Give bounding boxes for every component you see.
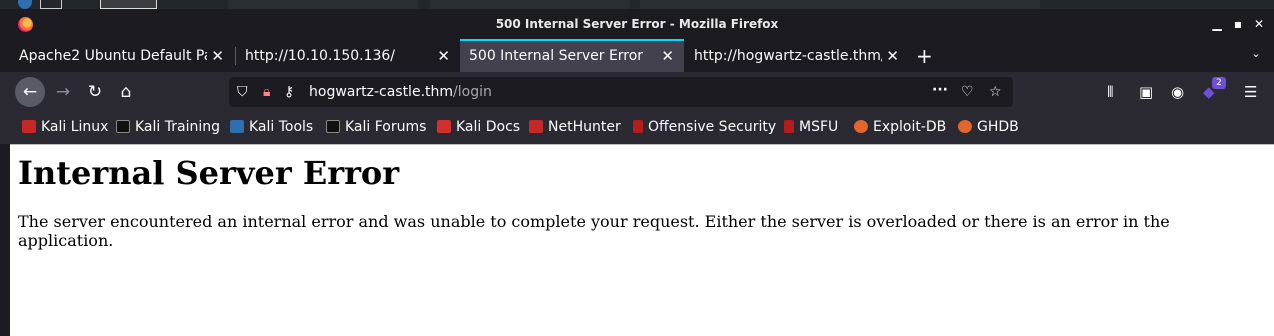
reload-icon[interactable]: ↻: [80, 77, 110, 107]
bookmark-label: Kali Docs: [456, 119, 521, 135]
close-tab-icon[interactable]: ✕: [661, 41, 674, 72]
exploitdb-icon: [958, 120, 972, 133]
navigation-toolbar: ← → ↻ ⌂ ⛉ 🔒︎ ⚷ hogwartz-castle.thm/login…: [0, 72, 1274, 112]
bookmark-nethunter[interactable]: NetHunter: [529, 119, 621, 135]
url-text[interactable]: hogwartz-castle.thm/login: [309, 84, 492, 100]
kali-icon: [529, 120, 543, 133]
error-message: The server encountered an internal error…: [18, 212, 1170, 250]
tab-label: 500 Internal Server Error: [469, 48, 644, 64]
desktop-panel: [0, 0, 1274, 9]
page-heading: Internal Server Error: [18, 154, 400, 192]
bookmark-label: Offensive Security: [648, 119, 777, 135]
exploitdb-icon: [854, 120, 868, 133]
bookmark-exploit-db[interactable]: Exploit-DB: [854, 119, 946, 135]
tab-strip: Apache2 Ubuntu Default Pag ✕ http://10.1…: [0, 39, 1274, 72]
url-host: hogwartz-castle.thm: [309, 84, 454, 100]
bookmark-label: Kali Linux: [41, 119, 109, 135]
bookmark-label: Kali Tools: [249, 119, 314, 135]
sidebar-icon[interactable]: ▣: [1139, 83, 1153, 101]
bookmark-kali-tools[interactable]: Kali Tools: [230, 119, 313, 135]
bookmark-offensive-security[interactable]: Offensive Security: [633, 119, 776, 135]
bookmark-label: MSFU: [799, 119, 839, 135]
offsec-icon: [784, 120, 794, 133]
window-left-edge: [0, 144, 10, 336]
bookmark-kali-training[interactable]: Kali Training: [116, 119, 220, 135]
url-bar[interactable]: ⛉ 🔒︎ ⚷ hogwartz-castle.thm/login ··· ♡ ☆: [229, 77, 1013, 107]
tab-label: http://hogwartz-castle.thm/: [694, 48, 882, 64]
tab-label: http://10.10.150.136/: [245, 48, 396, 64]
bookmark-label: Kali Forums: [345, 119, 427, 135]
list-all-tabs-icon[interactable]: ⌄: [1249, 47, 1263, 61]
offsec-icon: [633, 120, 643, 133]
panel-window-button[interactable]: [430, 0, 630, 9]
kali-docs-icon: [437, 120, 451, 133]
panel-window-button[interactable]: [640, 0, 1040, 9]
extension-badge: 2: [1212, 77, 1226, 89]
kali-dragon-icon: [326, 120, 340, 133]
account-icon[interactable]: ◉: [1171, 83, 1184, 101]
panel-window-button[interactable]: [40, 0, 62, 9]
tab-internal-server-error[interactable]: 500 Internal Server Error ✕: [460, 39, 684, 72]
tab-hogwartz-castle[interactable]: http://hogwartz-castle.thm/ ✕: [685, 41, 909, 72]
bookmark-kali-docs[interactable]: Kali Docs: [437, 119, 520, 135]
bookmark-kali-linux[interactable]: Kali Linux: [22, 119, 108, 135]
bookmark-label: Exploit-DB: [873, 119, 947, 135]
bookmark-ghdb[interactable]: GHDB: [958, 119, 1019, 135]
close-tab-icon[interactable]: ✕: [437, 41, 450, 72]
kali-dragon-icon: [116, 120, 130, 133]
insecure-lock-icon[interactable]: 🔒︎: [263, 84, 270, 100]
close-tab-icon[interactable]: ✕: [211, 41, 224, 72]
pocket-icon[interactable]: ♡: [961, 84, 974, 100]
page-actions-icon[interactable]: ···: [932, 82, 948, 98]
panel-app-icon: [18, 0, 32, 9]
close-tab-icon[interactable]: ✕: [886, 41, 899, 72]
bookmark-kali-forums[interactable]: Kali Forums: [326, 119, 426, 135]
tab-ip-address[interactable]: http://10.10.150.136/ ✕: [236, 41, 460, 72]
bookmarks-toolbar: Kali Linux Kali Training Kali Tools Kali…: [0, 112, 1274, 144]
new-tab-icon[interactable]: +: [916, 41, 933, 71]
url-path: /login: [453, 84, 492, 100]
kali-icon: [22, 120, 36, 133]
tab-label: Apache2 Ubuntu Default Pag: [19, 48, 207, 64]
bookmark-label: GHDB: [977, 119, 1019, 135]
key-icon[interactable]: ⚷: [284, 84, 294, 100]
window-title: 500 Internal Server Error - Mozilla Fire…: [495, 17, 779, 31]
bookmark-msfu[interactable]: MSFU: [784, 119, 838, 135]
back-arrow-icon[interactable]: ←: [15, 77, 45, 107]
panel-window-button[interactable]: [228, 0, 418, 9]
bookmark-star-icon[interactable]: ☆: [989, 84, 1002, 100]
tracking-shield-icon[interactable]: ⛉: [237, 84, 248, 100]
minimize-icon[interactable]: ▁: [1210, 17, 1224, 31]
window-titlebar: 500 Internal Server Error - Mozilla Fire…: [0, 9, 1274, 39]
hamburger-menu-icon[interactable]: ☰: [1244, 83, 1257, 101]
forward-arrow-icon[interactable]: →: [48, 77, 78, 107]
home-icon[interactable]: ⌂: [111, 77, 141, 107]
bookmark-label: Kali Training: [135, 119, 220, 135]
tab-apache-default[interactable]: Apache2 Ubuntu Default Pag ✕: [10, 41, 234, 72]
maximize-icon[interactable]: ▪: [1231, 17, 1245, 31]
panel-active-window[interactable]: [100, 0, 157, 9]
close-window-icon[interactable]: ✕: [1252, 17, 1266, 31]
page-content: Internal Server Error The server encount…: [10, 144, 1274, 336]
kali-tools-icon: [230, 120, 244, 133]
library-icon[interactable]: ⦀: [1107, 83, 1114, 101]
bookmark-label: NetHunter: [548, 119, 621, 135]
